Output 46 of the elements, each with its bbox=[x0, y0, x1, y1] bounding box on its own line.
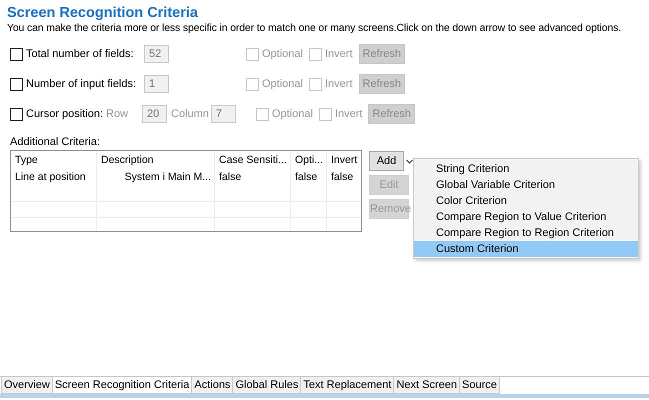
menu-item[interactable]: String Criterion bbox=[414, 161, 638, 177]
tab[interactable]: Global Rules bbox=[233, 377, 302, 394]
tab[interactable]: Next Screen bbox=[394, 377, 460, 394]
number-field[interactable]: 20 bbox=[142, 105, 168, 123]
table-cell-text: Line at position bbox=[14, 170, 87, 185]
column-header[interactable]: Invert bbox=[327, 151, 363, 169]
tab[interactable]: Text Replacement bbox=[301, 377, 394, 394]
field-label: Number of input fields: bbox=[26, 78, 138, 90]
column-header[interactable]: Type bbox=[11, 151, 97, 169]
field-label: Cursor position: bbox=[26, 108, 104, 120]
column-header[interactable]: Opti... bbox=[291, 151, 327, 169]
field-label: Total number of fields: bbox=[26, 48, 135, 60]
description-text: You can make the criteria more or less specific in order to match one or many screens.Click on the down arrow to see advanced options. bbox=[7, 23, 622, 34]
checkbox-label: Optional bbox=[262, 48, 303, 60]
checkbox[interactable] bbox=[10, 108, 23, 120]
field-label: Row bbox=[106, 108, 128, 120]
menu-item[interactable]: Compare Region to Value Criterion bbox=[414, 209, 638, 225]
table-cell-text: false bbox=[218, 170, 242, 185]
action-button[interactable]: Add bbox=[369, 151, 404, 171]
checkbox[interactable] bbox=[10, 48, 23, 60]
table-cell-text: System i Main M... bbox=[124, 170, 212, 185]
checkbox[interactable] bbox=[10, 78, 23, 90]
column-header[interactable]: Description bbox=[97, 151, 215, 169]
checkbox-label: Invert bbox=[334, 108, 362, 120]
tab[interactable]: Overview bbox=[1, 377, 53, 394]
section-title: Screen Recognition Criteria bbox=[7, 5, 199, 21]
checkbox-label: Invert bbox=[324, 48, 352, 60]
menu-item[interactable]: Color Criterion bbox=[414, 193, 638, 209]
column-header[interactable]: Case Sensiti... bbox=[215, 151, 291, 169]
checkbox-label: Invert bbox=[324, 78, 352, 90]
menu-item[interactable]: Global Variable Criterion bbox=[414, 177, 638, 193]
checkbox-label: Optional bbox=[262, 78, 303, 90]
number-field[interactable]: 52 bbox=[144, 45, 169, 63]
number-field[interactable]: 7 bbox=[210, 105, 236, 123]
tab[interactable]: Screen Recognition Criteria bbox=[52, 377, 192, 394]
table-cell-text: false bbox=[330, 170, 354, 185]
number-field[interactable]: 1 bbox=[144, 75, 169, 93]
menu-item[interactable]: Custom Criterion bbox=[414, 241, 638, 257]
menu-item[interactable]: Compare Region to Region Criterion bbox=[414, 225, 638, 241]
field-label: Column bbox=[171, 108, 209, 120]
section-label: Additional Criteria: bbox=[9, 136, 101, 148]
checkbox-label: Optional bbox=[272, 108, 313, 120]
tab[interactable]: Source bbox=[460, 377, 500, 394]
table-cell-text: false bbox=[294, 170, 318, 185]
tab[interactable]: Actions bbox=[192, 377, 234, 394]
caret-icon[interactable] bbox=[406, 158, 413, 164]
